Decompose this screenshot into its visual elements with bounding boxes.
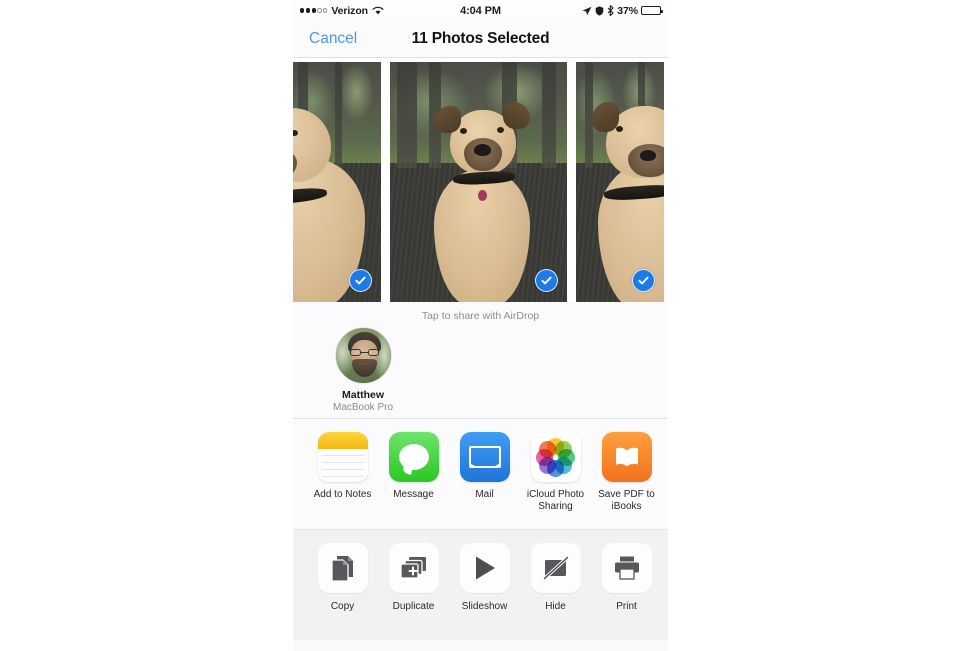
action-slideshow[interactable]: Slideshow xyxy=(449,543,520,612)
airdrop-hint-label: Tap to share with AirDrop xyxy=(421,310,540,322)
photo-image xyxy=(576,62,664,302)
photo-image xyxy=(390,62,567,302)
photo-thumbnail[interactable] xyxy=(293,62,381,302)
battery-icon xyxy=(641,6,663,15)
action-copy[interactable]: Copy xyxy=(307,543,378,612)
share-target-mail[interactable]: Mail xyxy=(449,432,520,501)
battery-percent-label: 37% xyxy=(617,4,638,17)
printer-icon xyxy=(601,543,652,593)
cancel-button[interactable]: Cancel xyxy=(309,30,357,48)
check-circle-icon[interactable] xyxy=(349,269,372,292)
share-sheet-screen: Verizon 4:04 PM 37% Cancel 11 Photos Sel… xyxy=(293,0,668,651)
signal-strength-icon xyxy=(300,8,328,13)
location-arrow-icon xyxy=(582,6,592,16)
action-label: Duplicate xyxy=(392,601,435,612)
action-label: Copy xyxy=(330,601,355,612)
airdrop-target-name: Matthew xyxy=(342,389,384,401)
share-target-label: iCloud Photo Sharing xyxy=(526,489,585,512)
share-target-save-pdf-to-ibooks[interactable]: Save PDF to iBooks xyxy=(591,432,662,512)
photo-thumbnail[interactable] xyxy=(576,62,664,302)
share-target-label: Mail xyxy=(475,489,494,500)
contact-avatar xyxy=(334,327,392,384)
copy-icon xyxy=(317,543,368,593)
status-bar: Verizon 4:04 PM 37% xyxy=(293,0,668,21)
action-label: Hide xyxy=(545,601,566,612)
check-circle-icon[interactable] xyxy=(632,269,655,292)
photos-icon xyxy=(530,432,581,482)
airdrop-section: Tap to share with AirDrop Matthew MacBoo… xyxy=(293,302,668,419)
share-target-icloud-photo-sharing[interactable]: iCloud Photo Sharing xyxy=(520,432,591,512)
navigation-bar: Cancel 11 Photos Selected xyxy=(293,21,668,58)
play-icon xyxy=(459,543,510,593)
hide-icon xyxy=(530,543,581,593)
share-target-label: Save PDF to iBooks xyxy=(598,489,655,512)
share-app-row[interactable]: Add to Notes Message Mail iCloud Photo S… xyxy=(293,419,668,530)
share-target-message[interactable]: Message xyxy=(378,432,449,501)
action-duplicate[interactable]: Duplicate xyxy=(378,543,449,612)
share-action-row[interactable]: Copy Duplicate Slideshow Hide Print xyxy=(293,530,668,640)
photo-thumbnail[interactable] xyxy=(390,62,567,302)
action-print[interactable]: Print xyxy=(591,543,662,612)
mail-icon xyxy=(459,432,510,482)
action-hide[interactable]: Hide xyxy=(520,543,591,612)
photo-image xyxy=(293,62,381,302)
carrier-label: Verizon xyxy=(331,4,368,17)
check-circle-icon[interactable] xyxy=(535,269,558,292)
action-label: Slideshow xyxy=(461,601,508,612)
status-bar-right: 37% xyxy=(582,4,663,17)
airdrop-target-matthew[interactable]: Matthew MacBook Pro xyxy=(321,327,405,413)
selected-photos-strip[interactable] xyxy=(293,58,668,302)
share-target-add-to-notes[interactable]: Add to Notes xyxy=(307,432,378,501)
ibooks-icon xyxy=(601,432,652,482)
messages-icon xyxy=(388,432,439,482)
bluetooth-icon xyxy=(607,5,614,16)
alarm-icon xyxy=(595,5,604,16)
wifi-icon xyxy=(372,6,384,15)
screenshot-canvas: Verizon 4:04 PM 37% Cancel 11 Photos Sel… xyxy=(0,0,960,651)
notes-icon xyxy=(317,432,368,482)
status-bar-left: Verizon xyxy=(300,5,384,17)
share-target-label: Add to Notes xyxy=(313,489,372,500)
action-label: Print xyxy=(616,601,637,612)
duplicate-icon xyxy=(388,543,439,593)
share-target-label: Message xyxy=(393,489,434,500)
airdrop-target-device: MacBook Pro xyxy=(332,402,394,413)
